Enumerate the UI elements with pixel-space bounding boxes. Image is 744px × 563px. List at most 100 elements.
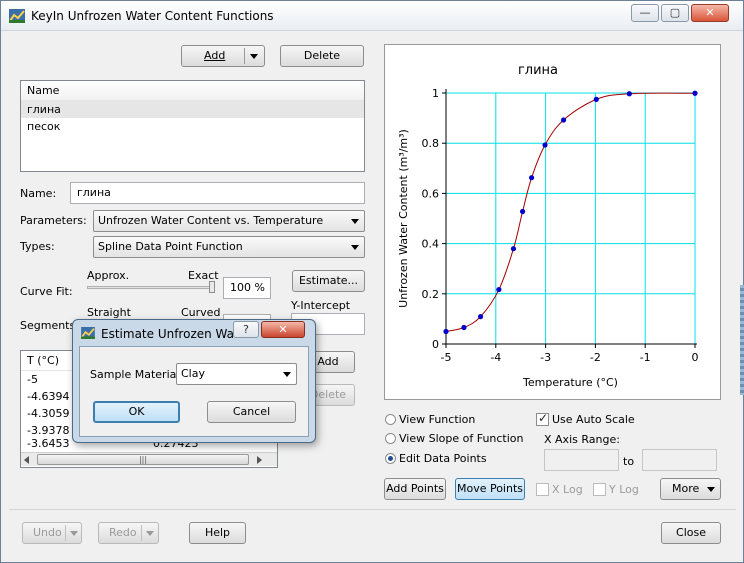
data-point bbox=[528, 175, 535, 181]
types-select[interactable]: Spline Data Point Function bbox=[93, 236, 365, 258]
auto-scale-checkbox[interactable] bbox=[536, 411, 549, 426]
edit-points-label[interactable]: Edit Data Points bbox=[399, 452, 487, 465]
view-slope-label[interactable]: View Slope of Function bbox=[399, 432, 524, 445]
estimate-button[interactable]: Estimate... bbox=[292, 270, 365, 292]
list-item[interactable]: глина bbox=[21, 101, 364, 118]
redo-dropdown-separator bbox=[141, 525, 142, 541]
data-point bbox=[510, 246, 517, 252]
minimize-button[interactable]: — bbox=[631, 4, 659, 22]
window-close-button[interactable]: ✕ bbox=[691, 4, 729, 22]
scroll-left-icon[interactable] bbox=[24, 456, 29, 464]
add-function-button[interactable]: Add bbox=[181, 45, 265, 67]
x-tick-label: -3 bbox=[540, 351, 551, 364]
redo-button[interactable]: Redo bbox=[98, 522, 159, 544]
y-log-label[interactable]: Y Log bbox=[609, 483, 639, 496]
chevron-down-icon bbox=[351, 219, 359, 224]
y-tick-label: 0 bbox=[432, 338, 439, 351]
table-row-cut: -3.6453 bbox=[27, 439, 70, 448]
series-line bbox=[445, 92, 696, 332]
x-range-min-input[interactable] bbox=[544, 449, 619, 471]
chevron-down-icon[interactable] bbox=[250, 54, 258, 59]
view-function-label[interactable]: View Function bbox=[399, 413, 475, 426]
name-label: Name: bbox=[20, 187, 57, 200]
dialog-body: Sample Material: Clay OK Cancel bbox=[79, 346, 309, 437]
x-range-max-input[interactable] bbox=[642, 449, 717, 471]
app-icon bbox=[81, 327, 95, 339]
parameters-label: Parameters: bbox=[20, 214, 87, 227]
estimate-dialog: Estimate Unfrozen Wa... ? ✕ Sample Mater… bbox=[72, 319, 316, 443]
parameters-select[interactable]: Unfrozen Water Content vs. Temperature bbox=[93, 210, 365, 232]
y-tick-label: 0.8 bbox=[422, 137, 440, 150]
x-tick-label: -1 bbox=[640, 351, 651, 364]
window-title: KeyIn Unfrozen Water Content Functions bbox=[31, 9, 274, 23]
data-point bbox=[519, 208, 526, 215]
auto-scale-label[interactable]: Use Auto Scale bbox=[552, 413, 635, 426]
curve-fit-percent[interactable]: 100 % bbox=[223, 277, 271, 299]
segments-label: Segments: bbox=[20, 319, 79, 332]
parameters-value: Unfrozen Water Content vs. Temperature bbox=[98, 214, 324, 227]
chevron-down-icon bbox=[351, 245, 359, 250]
straight-label: Straight bbox=[87, 306, 131, 319]
name-input[interactable]: глина bbox=[70, 182, 365, 204]
title-bar[interactable]: KeyIn Unfrozen Water Content Functions —… bbox=[1, 1, 743, 31]
x-axis-label: Temperature (°C) bbox=[522, 376, 618, 389]
help-button[interactable]: Help bbox=[189, 522, 246, 544]
data-point bbox=[461, 324, 467, 331]
function-list[interactable]: Name глина песок bbox=[20, 80, 365, 172]
types-label: Types: bbox=[20, 240, 55, 253]
scroll-right-icon[interactable] bbox=[257, 456, 262, 464]
edit-points-radio[interactable] bbox=[385, 453, 396, 464]
move-points-button[interactable]: Move Points bbox=[455, 478, 525, 500]
x-tick-label: 0 bbox=[692, 351, 699, 364]
list-header-name: Name bbox=[21, 81, 364, 101]
redo-label: Redo bbox=[109, 526, 137, 539]
more-label: More bbox=[672, 482, 700, 495]
x-tick-label: -2 bbox=[590, 351, 601, 364]
add-points-button[interactable]: Add Points bbox=[384, 478, 446, 500]
undo-dropdown-separator bbox=[65, 525, 66, 541]
close-button[interactable]: Close bbox=[661, 522, 721, 544]
data-point bbox=[593, 96, 599, 102]
x-axis-range-label: X Axis Range: bbox=[544, 433, 620, 446]
data-point bbox=[626, 91, 632, 97]
footer-divider bbox=[9, 509, 736, 510]
cancel-button[interactable]: Cancel bbox=[207, 401, 296, 423]
data-point bbox=[560, 117, 567, 123]
chevron-down-icon bbox=[707, 487, 715, 492]
chevron-down-icon[interactable] bbox=[70, 531, 78, 536]
view-function-radio[interactable] bbox=[385, 414, 396, 425]
x-log-label[interactable]: X Log bbox=[552, 483, 583, 496]
data-point bbox=[542, 142, 548, 148]
undo-button[interactable]: Undo bbox=[22, 522, 82, 544]
maximize-button[interactable]: ▢ bbox=[661, 4, 689, 22]
app-icon bbox=[9, 9, 25, 23]
ok-button[interactable]: OK bbox=[93, 401, 180, 423]
delete-function-button[interactable]: Delete bbox=[280, 45, 364, 67]
main-window: KeyIn Unfrozen Water Content Functions —… bbox=[0, 0, 744, 563]
dialog-help-button[interactable]: ? bbox=[233, 321, 259, 338]
chevron-down-icon[interactable] bbox=[146, 531, 154, 536]
y-tick-label: 0.2 bbox=[422, 288, 440, 301]
y-tick-label: 0.4 bbox=[422, 238, 440, 251]
curve-fit-label: Curve Fit: bbox=[20, 285, 73, 298]
data-point bbox=[692, 90, 698, 96]
plot-panel: -5 -4 -3 -2 -1 0 0 0.2 0.4 0.6 0.8 1 глина Temperatur… bbox=[384, 44, 721, 400]
sample-material-select[interactable]: Clay bbox=[176, 363, 297, 385]
scrollbar-thumb[interactable]: ||| bbox=[37, 454, 249, 465]
horizontal-scrollbar[interactable]: ||| bbox=[21, 452, 277, 466]
view-slope-radio[interactable] bbox=[385, 433, 396, 444]
background-window-edge bbox=[740, 285, 744, 395]
y-log-checkbox[interactable] bbox=[593, 483, 606, 496]
dialog-close-button[interactable]: ✕ bbox=[261, 321, 305, 338]
curve-fit-slider[interactable] bbox=[87, 286, 215, 289]
list-item[interactable]: песок bbox=[21, 118, 364, 135]
x-log-checkbox[interactable] bbox=[536, 483, 549, 496]
more-button[interactable]: More bbox=[660, 478, 721, 500]
dialog-title-bar[interactable]: Estimate Unfrozen Wa... ? ✕ bbox=[73, 320, 315, 346]
chart-title: глина bbox=[518, 63, 558, 78]
dialog-title: Estimate Unfrozen Wa... bbox=[101, 327, 246, 341]
y-tick-label: 0.6 bbox=[422, 187, 440, 200]
chart[interactable]: -5 -4 -3 -2 -1 0 0 0.2 0.4 0.6 0.8 1 глина Temperatur… bbox=[385, 45, 722, 401]
y-tick-label: 1 bbox=[432, 87, 439, 100]
curve-fit-slider-thumb[interactable] bbox=[209, 281, 215, 293]
